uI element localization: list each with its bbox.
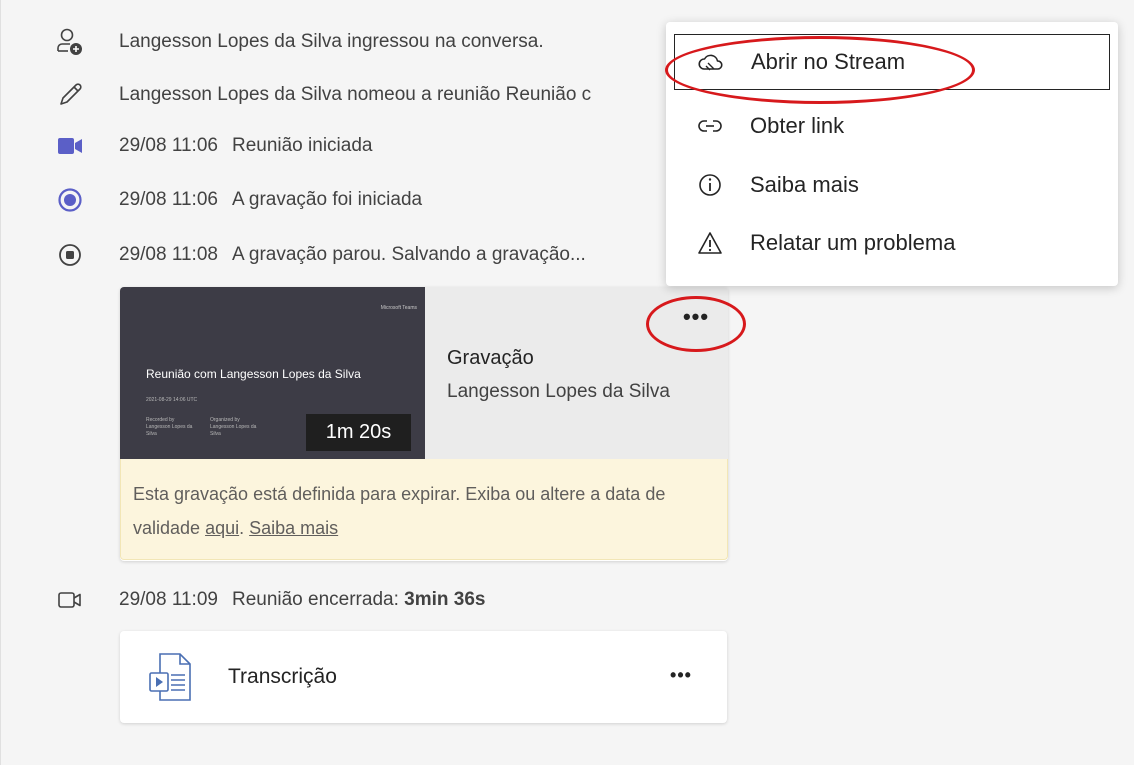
thumbnail-brand: Microsoft Teams <box>380 305 417 311</box>
transcript-file-icon <box>146 651 204 703</box>
context-menu: Abrir no Stream Obter link Saiba mais Re… <box>666 22 1118 286</box>
warning-icon <box>696 229 724 257</box>
event-time: 29/08 11:09 <box>119 589 218 610</box>
record-icon <box>52 185 88 215</box>
event-text: A gravação foi iniciada <box>231 189 423 210</box>
menu-item-learn-more[interactable]: Saiba mais <box>666 157 1118 213</box>
video-camera-outline-icon <box>52 585 88 615</box>
link-icon <box>696 112 724 140</box>
thumbnail-date: 2021-08-29 14:06 UTC <box>146 397 198 403</box>
recording-author: Langesson Lopes da Silva <box>447 381 670 402</box>
expiration-notice-text: Esta gravação está definida para expirar… <box>133 477 718 545</box>
menu-item-label: Saiba mais <box>750 172 859 197</box>
menu-item-label: Abrir no Stream <box>751 49 906 74</box>
event-text: Langesson Lopes da Silva ingressou na co… <box>119 31 544 52</box>
pencil-icon <box>52 80 88 110</box>
menu-item-label: Obter link <box>750 113 845 138</box>
chat-panel: Langesson Lopes da Silva ingressou na co… <box>0 0 1134 765</box>
person-add-icon <box>52 27 88 57</box>
thumbnail-meta: Organized by Langesson Lopes da Silva <box>210 417 257 437</box>
menu-item-get-link[interactable]: Obter link <box>666 98 1118 154</box>
meeting-duration: 3min 36s <box>404 589 486 610</box>
transcript-more-options-button[interactable]: ••• <box>666 663 696 687</box>
recording-thumbnail[interactable]: Microsoft Teams Reunião com Langesson Lo… <box>120 287 425 459</box>
stop-icon <box>52 240 88 270</box>
event-time: 29/08 11:08 <box>119 244 218 265</box>
event-time: 29/08 11:06 <box>119 189 218 210</box>
transcript-card[interactable]: Transcrição ••• <box>120 631 727 723</box>
thumbnail-title: Reunião com Langesson Lopes da Silva <box>146 367 361 381</box>
menu-item-open-in-stream[interactable]: Abrir no Stream <box>674 34 1110 90</box>
recording-title: Gravação <box>447 347 534 369</box>
recording-more-options-button[interactable]: ••• <box>672 303 720 331</box>
menu-item-report-problem[interactable]: Relatar um problema <box>666 215 1118 271</box>
event-text: Langesson Lopes da Silva nomeou a reuniã… <box>119 84 592 105</box>
menu-item-label: Relatar um problema <box>750 230 956 255</box>
info-icon <box>696 171 724 199</box>
panel-border <box>0 0 1 765</box>
notice-separator: . <box>239 518 250 538</box>
expiration-notice: Esta gravação está definida para expirar… <box>120 459 728 560</box>
event-text: Reunião encerrada: <box>231 589 405 610</box>
recording-card[interactable]: Microsoft Teams Reunião com Langesson Lo… <box>120 287 728 561</box>
event-text: A gravação parou. Salvando a gravação... <box>231 244 586 265</box>
expiration-settings-link[interactable]: aqui <box>205 518 239 538</box>
transcript-title: Transcrição <box>228 665 337 688</box>
event-time: 29/08 11:06 <box>119 135 218 156</box>
recording-card-header[interactable]: Microsoft Teams Reunião com Langesson Lo… <box>120 287 728 459</box>
video-camera-icon <box>52 131 88 161</box>
event-text: Reunião iniciada <box>231 135 373 156</box>
stream-icon <box>697 49 725 77</box>
duration-badge: 1m 20s <box>306 414 411 451</box>
learn-more-link[interactable]: Saiba mais <box>249 518 338 538</box>
thumbnail-meta: Recorded by Langesson Lopes da Silva <box>146 417 193 437</box>
